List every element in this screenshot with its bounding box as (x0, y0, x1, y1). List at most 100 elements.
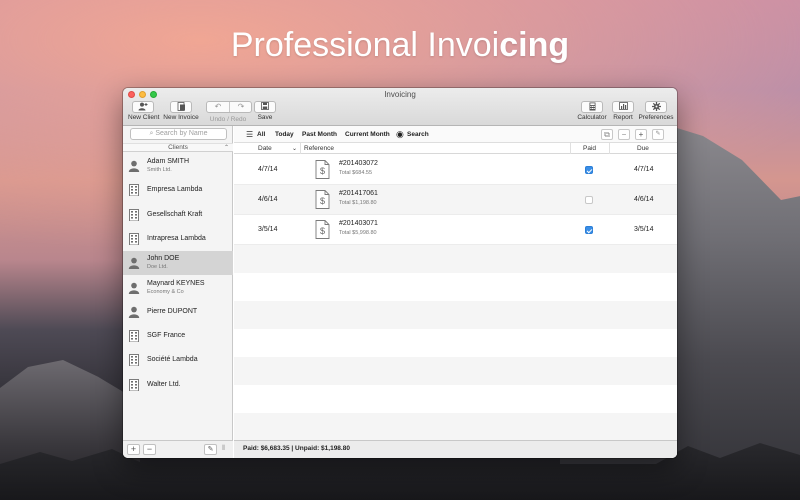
svg-text:$: $ (320, 226, 325, 236)
paid-column-header[interactable]: Paid (583, 145, 596, 152)
invoice-document-icon: $ (315, 190, 330, 209)
undo-icon[interactable]: ↶ (207, 102, 230, 112)
invoice-due-date: 3/5/14 (634, 226, 654, 233)
calculator-tool[interactable]: Calculator (576, 101, 608, 121)
remove-client-button[interactable]: − (143, 444, 156, 455)
client-row[interactable]: Intrapresa Lambda (123, 227, 233, 251)
client-company: Economy & Co (147, 288, 184, 295)
invoice-row[interactable]: 4/7/14 $ #201403072 Total $684.55 4/7/14 (234, 155, 677, 185)
new-invoice-tool[interactable]: New Invoice (163, 101, 199, 121)
due-column-header[interactable]: Due (637, 145, 649, 152)
add-invoice-button[interactable]: + (635, 129, 647, 140)
invoice-number: #201417061 (339, 190, 378, 197)
column-divider (570, 143, 571, 154)
redo-icon[interactable]: ↷ (230, 102, 252, 112)
undo-redo-label: Undo / Redo (209, 116, 247, 123)
empty-table-row (234, 385, 677, 413)
clients-column-header[interactable]: Clients ⌃ (123, 143, 233, 152)
save-button[interactable] (254, 101, 276, 113)
save-tool[interactable]: Save (254, 101, 276, 121)
new-client-tool[interactable]: New Client (128, 101, 159, 121)
resize-handle-icon[interactable]: ⦀ (222, 445, 225, 453)
invoice-row[interactable]: 3/5/14 $ #201403071 Total $5,998.80 3/5/14 (234, 215, 677, 245)
paid-checkbox[interactable] (585, 166, 593, 174)
add-person-icon (138, 102, 148, 111)
empty-table-row (234, 273, 677, 301)
building-icon (129, 330, 139, 343)
report-button[interactable] (612, 101, 634, 113)
client-row[interactable]: SGF France (123, 324, 233, 348)
new-invoice-label: New Invoice (163, 114, 199, 121)
client-company: Smith Ltd. (147, 167, 172, 173)
client-row[interactable]: Société Lambda (123, 348, 233, 372)
invoice-due-date: 4/6/14 (634, 196, 654, 203)
clients-header-label: Clients (168, 144, 188, 151)
building-icon (129, 232, 139, 245)
filter-search[interactable]: Search (407, 131, 429, 138)
client-row[interactable]: Maynard KEYNES Economy & Co (123, 276, 233, 300)
headline: Professional Invoicing (0, 26, 800, 65)
edit-invoice-button[interactable]: ✎ (652, 129, 664, 140)
client-name: Walter Ltd. (147, 380, 181, 388)
invoice-date: 4/7/14 (258, 166, 278, 173)
invoice-total: Total $684.55 (339, 170, 373, 176)
client-row[interactable]: Empresa Lambda (123, 178, 233, 202)
new-client-button[interactable] (132, 101, 154, 113)
new-document-icon (177, 102, 185, 111)
filter-past-month[interactable]: Past Month (302, 131, 337, 138)
empty-table-row (234, 329, 677, 357)
preferences-tool[interactable]: Preferences (638, 101, 674, 121)
client-row[interactable]: Walter Ltd. (123, 373, 233, 397)
client-row[interactable]: John DOE Doe Ltd. (123, 251, 233, 276)
remove-invoice-button[interactable]: − (618, 129, 630, 140)
client-name: Pierre DUPONT (147, 307, 198, 315)
client-row[interactable]: Adam SMITH Smith Ltd. (123, 154, 233, 178)
calculator-button[interactable] (581, 101, 603, 113)
preferences-button[interactable] (645, 101, 667, 113)
client-search-input[interactable]: ⌕ Search by Name (130, 128, 227, 140)
filter-bar: ☰ All Today Past Month Current Month ◉ S… (234, 126, 677, 143)
undo-redo-group: ↶ ↷ (206, 101, 252, 113)
filter-today[interactable]: Today (275, 131, 294, 138)
gear-icon (651, 102, 661, 111)
new-invoice-button[interactable] (170, 101, 192, 113)
paid-checkbox[interactable] (585, 196, 593, 204)
person-icon (128, 306, 140, 318)
invoice-due-date: 4/7/14 (634, 166, 654, 173)
report-tool[interactable]: Report (612, 101, 634, 121)
edit-client-button[interactable]: ✎ (204, 444, 217, 455)
list-menu-icon[interactable]: ☰ (246, 130, 253, 139)
empty-table-row (234, 245, 677, 273)
client-row[interactable]: Pierre DUPONT (123, 300, 233, 324)
client-name: Société Lambda (147, 356, 198, 364)
calculator-label: Calculator (577, 114, 607, 121)
invoice-document-icon: $ (315, 220, 330, 239)
window-title: Invoicing (384, 90, 416, 99)
sort-down-icon[interactable]: ⌄ (292, 145, 297, 152)
reference-column-header[interactable]: Reference (304, 145, 334, 152)
client-name: Empresa Lambda (147, 186, 203, 194)
svg-text:$: $ (320, 166, 325, 176)
eye-icon[interactable]: ◉ (396, 129, 404, 140)
date-column-header[interactable]: Date (258, 145, 272, 152)
invoice-row[interactable]: 4/6/14 $ #201417061 Total $1,198.80 4/6/14 (234, 185, 677, 215)
invoice-number: #201403071 (339, 220, 378, 227)
filter-current-month[interactable]: Current Month (345, 131, 390, 138)
empty-table-row (234, 301, 677, 329)
client-row[interactable]: Gesellschaft Kraft (123, 203, 233, 227)
building-icon (129, 184, 139, 197)
duplicate-invoice-button[interactable]: ⧉ (601, 129, 613, 140)
client-name: John DOE (147, 255, 180, 263)
sort-up-icon: ⌃ (223, 145, 229, 151)
calculator-icon (589, 102, 595, 111)
filter-all[interactable]: All (257, 131, 265, 138)
client-search-placeholder: Search by Name (155, 130, 208, 137)
titlebar: Invoicing New Client New Invoice ↶ ↷ Und… (123, 88, 677, 126)
invoice-date: 3/5/14 (258, 226, 278, 233)
person-icon (128, 160, 140, 172)
invoice-date: 4/6/14 (258, 196, 278, 203)
add-client-button[interactable]: + (127, 444, 140, 455)
client-name: SGF France (147, 332, 186, 340)
paid-checkbox[interactable] (585, 226, 593, 234)
person-icon (128, 282, 140, 294)
